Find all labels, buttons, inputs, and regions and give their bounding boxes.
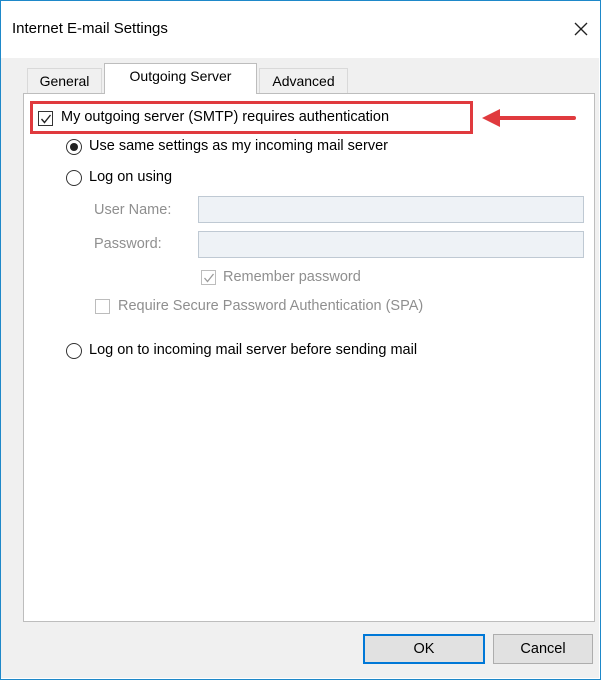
tab-general[interactable]: General — [27, 68, 102, 93]
user-name-field[interactable] — [198, 196, 584, 223]
user-name-label: User Name: — [94, 202, 172, 218]
spa-label: Require Secure Password Authentication (… — [118, 298, 424, 314]
radio-same-settings[interactable] — [66, 139, 82, 155]
annotation-highlight-box — [30, 101, 473, 134]
window-title: Internet E-mail Settings — [12, 20, 168, 37]
ok-button[interactable]: OK — [363, 634, 485, 664]
cancel-button[interactable]: Cancel — [493, 634, 593, 664]
radio-log-on-incoming-label: Log on to incoming mail server before se… — [89, 342, 418, 358]
tab-outgoing-server[interactable]: Outgoing Server — [104, 63, 257, 94]
remember-password-label: Remember password — [223, 269, 361, 285]
radio-selected-dot — [70, 143, 78, 151]
checkmark-icon — [204, 273, 215, 283]
close-icon[interactable] — [567, 15, 595, 43]
radio-log-on-using-label: Log on using — [89, 169, 173, 185]
radio-same-settings-label: Use same settings as my incoming mail se… — [89, 138, 388, 154]
password-label: Password: — [94, 236, 162, 252]
title-bar: Internet E-mail Settings — [1, 1, 600, 59]
annotation-arrow-icon — [482, 109, 576, 127]
remember-password-checkbox[interactable] — [201, 270, 216, 285]
radio-log-on-incoming[interactable] — [66, 343, 82, 359]
radio-log-on-using[interactable] — [66, 170, 82, 186]
spa-checkbox[interactable] — [95, 299, 110, 314]
tab-advanced[interactable]: Advanced — [259, 68, 348, 93]
password-field[interactable] — [198, 231, 584, 258]
